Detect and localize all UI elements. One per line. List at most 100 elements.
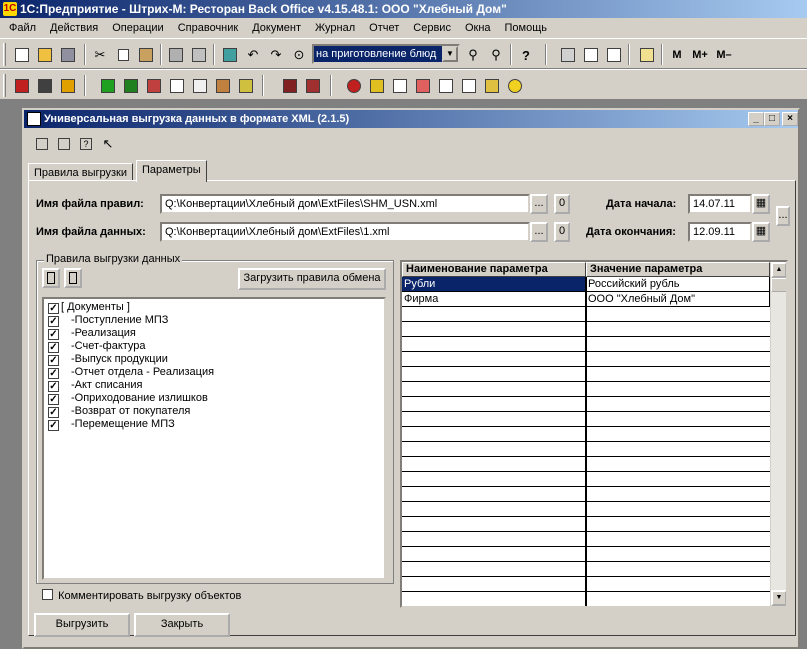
column-header-parameter-value[interactable]: Значение параметра: [586, 262, 770, 277]
rules-file-clear-button[interactable]: 0: [554, 194, 570, 214]
grid-cell-name[interactable]: Фирма: [402, 292, 586, 307]
end-date-field[interactable]: 12.09.11: [688, 222, 752, 242]
scroll-down-icon[interactable]: ▼: [771, 590, 786, 606]
comment-export-checkbox[interactable]: [42, 589, 53, 600]
info-icon[interactable]: [505, 76, 525, 96]
paste-icon[interactable]: [136, 45, 156, 65]
grid-vertical-scrollbar[interactable]: ▲ ▼: [770, 262, 786, 606]
tree-item[interactable]: ✓ -Перемещение МПЗ: [48, 418, 175, 431]
expand-all-icon[interactable]: [42, 268, 60, 288]
print-preview-icon[interactable]: [189, 45, 209, 65]
production-icon[interactable]: [236, 76, 256, 96]
find-binoculars-icon[interactable]: ⊙: [289, 45, 309, 65]
menu-operations[interactable]: Операции: [105, 18, 170, 38]
grid-cell-name[interactable]: Рубли: [402, 277, 586, 292]
start-date-field[interactable]: 14.07.11: [688, 194, 752, 214]
toolbar-grip[interactable]: [3, 43, 6, 66]
redo-icon[interactable]: ↷: [266, 45, 286, 65]
menu-file[interactable]: Файл: [2, 18, 43, 38]
tree-item-checkbox[interactable]: ✓: [48, 381, 59, 392]
search-next-icon[interactable]: ⚲: [486, 45, 506, 65]
memory-minus-button[interactable]: М–: [713, 45, 735, 65]
tab-parameters[interactable]: Параметры: [136, 160, 207, 182]
tree-item-checkbox[interactable]: ✓: [48, 303, 59, 314]
collapse-all-icon[interactable]: [64, 268, 82, 288]
register-icon[interactable]: [12, 76, 32, 96]
report-icon[interactable]: [459, 76, 479, 96]
column-header-parameter-name[interactable]: Наименование параметра: [402, 262, 586, 277]
tree-item-checkbox[interactable]: ✓: [48, 329, 59, 340]
tree-item[interactable]: ✓ -Выпуск продукции: [48, 353, 168, 366]
minimize-icon[interactable]: _: [748, 112, 764, 126]
income-icon[interactable]: [98, 76, 118, 96]
calculator-icon[interactable]: [220, 45, 240, 65]
comment-export-option[interactable]: Комментировать выгрузку объектов: [42, 589, 241, 602]
data-file-field[interactable]: Q:\Конвертации\Хлебный дом\ExtFiles\1.xm…: [160, 222, 530, 242]
tree-item-documents[interactable]: ✓[ Документы ]: [48, 301, 130, 314]
memory-button[interactable]: М: [667, 45, 687, 65]
menu-card-icon[interactable]: [436, 76, 456, 96]
data-file-clear-button[interactable]: 0: [554, 222, 570, 242]
cut-icon[interactable]: ✂: [90, 45, 110, 65]
tree-item[interactable]: ✓ -Счет-фактура: [48, 340, 146, 353]
chevron-down-icon[interactable]: ▼: [442, 46, 458, 62]
menu-help[interactable]: Помощь: [498, 18, 555, 38]
tree-item[interactable]: ✓ -Возврат от покупателя: [48, 405, 190, 418]
menu-actions[interactable]: Действия: [43, 18, 105, 38]
maximize-icon[interactable]: □: [764, 112, 780, 126]
tree-item[interactable]: ✓ -Оприходование излишков: [48, 392, 208, 405]
close-icon[interactable]: ×: [782, 112, 798, 126]
export-icon[interactable]: [482, 76, 502, 96]
tree-item-checkbox[interactable]: ✓: [48, 355, 59, 366]
help-icon[interactable]: ?: [516, 45, 536, 65]
tree-item[interactable]: ✓ -Поступление МПЗ: [48, 314, 168, 327]
tree-item[interactable]: ✓ -Акт списания: [48, 379, 142, 392]
transfer-icon[interactable]: [144, 76, 164, 96]
rules-file-field[interactable]: Q:\Конвертации\Хлебный дом\ExtFiles\SHM_…: [160, 194, 530, 214]
save-icon[interactable]: [58, 45, 78, 65]
tab-export-rules[interactable]: Правила выгрузки: [28, 163, 133, 181]
scroll-thumb[interactable]: [771, 278, 786, 292]
menu-report[interactable]: Отчет: [362, 18, 406, 38]
journal-select[interactable]: на приготовление блюд ▼: [312, 44, 460, 64]
write-off-icon[interactable]: [167, 76, 187, 96]
tree-item[interactable]: ✓ -Реализация: [48, 327, 136, 340]
copy-icon[interactable]: [113, 45, 133, 65]
start-date-calendar-icon[interactable]: ▦: [752, 194, 770, 214]
end-date-calendar-icon[interactable]: ▦: [752, 222, 770, 242]
tree-item-checkbox[interactable]: ✓: [48, 420, 59, 431]
tree-item[interactable]: ✓ -Отчет отдела - Реализация: [48, 366, 214, 379]
calendar-icon[interactable]: [581, 45, 601, 65]
load-exchange-rules-button[interactable]: Загрузить правила обмена: [238, 268, 386, 290]
grid-cell-value[interactable]: ООО "Хлебный Дом": [586, 292, 770, 307]
menu-windows[interactable]: Окна: [458, 18, 498, 38]
close-button[interactable]: Закрыть: [134, 613, 230, 637]
grid-cell-value[interactable]: Российский рубль: [586, 277, 770, 292]
calculator-tool-icon[interactable]: [558, 45, 578, 65]
search-person-icon[interactable]: ⚲: [463, 45, 483, 65]
tree-item-checkbox[interactable]: ✓: [48, 316, 59, 327]
table-icon[interactable]: [413, 76, 433, 96]
menu-reference[interactable]: Справочник: [171, 18, 246, 38]
inventory-icon[interactable]: [213, 76, 233, 96]
price-list-icon[interactable]: [390, 76, 410, 96]
settings-gear-icon[interactable]: [344, 76, 364, 96]
menu-service[interactable]: Сервис: [406, 18, 458, 38]
act-icon[interactable]: [190, 76, 210, 96]
cash-icon[interactable]: [35, 76, 55, 96]
library-icon[interactable]: [303, 76, 323, 96]
tree-item-checkbox[interactable]: ✓: [48, 394, 59, 405]
tree-item-checkbox[interactable]: ✓: [48, 342, 59, 353]
rules-tree2-icon[interactable]: [54, 134, 74, 154]
scroll-up-icon[interactable]: ▲: [771, 262, 786, 278]
tree-item-checkbox[interactable]: ✓: [48, 368, 59, 379]
tree-item-checkbox[interactable]: ✓: [48, 407, 59, 418]
open-folder-icon[interactable]: [35, 45, 55, 65]
undo-icon[interactable]: ↶: [243, 45, 263, 65]
book-icon[interactable]: [637, 45, 657, 65]
tag-icon[interactable]: [367, 76, 387, 96]
rules-file-browse-button[interactable]: ...: [530, 194, 548, 214]
export-button[interactable]: Выгрузить: [34, 613, 130, 637]
books-icon[interactable]: [280, 76, 300, 96]
memory-plus-button[interactable]: М+: [689, 45, 711, 65]
